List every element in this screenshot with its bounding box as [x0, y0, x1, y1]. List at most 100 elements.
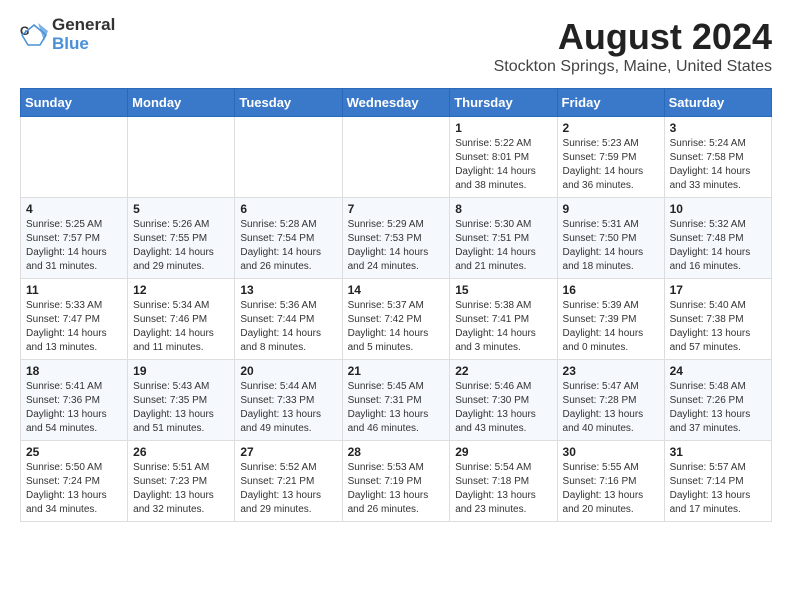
day-number: 6 [240, 202, 336, 216]
calendar-cell: 11Sunrise: 5:33 AM Sunset: 7:47 PM Dayli… [21, 279, 128, 360]
logo: G General Blue [20, 16, 115, 53]
day-number: 27 [240, 445, 336, 459]
day-number: 1 [455, 121, 551, 135]
calendar-cell: 6 Sunrise: 5:28 AM Sunset: 7:54 PM Daylig… [235, 198, 342, 279]
day-info: Sunrise: 5:38 AM Sunset: 7:41 PM Dayligh… [455, 299, 551, 355]
day-number: 25 [26, 445, 122, 459]
day-info: Sunrise: 5:55 AM Sunset: 7:16 PM Dayligh… [563, 461, 659, 517]
day-info: Sunrise: 5:52 AM Sunset: 7:21 PM Dayligh… [240, 461, 336, 517]
day-number: 28 [348, 445, 445, 459]
calendar-cell: 19Sunrise: 5:43 AM Sunset: 7:35 PM Dayli… [128, 360, 235, 441]
day-info: Sunrise: 5:46 AM Sunset: 7:30 PM Dayligh… [455, 380, 551, 436]
day-info: Sunrise: 5:31 AM Sunset: 7:50 PM Dayligh… [563, 218, 659, 274]
day-info: Sunrise: 5:36 AM Sunset: 7:44 PM Dayligh… [240, 299, 336, 355]
weekday-header: Sunday [21, 89, 128, 117]
day-number: 8 [455, 202, 551, 216]
day-info: Sunrise: 5:40 AM Sunset: 7:38 PM Dayligh… [670, 299, 766, 355]
calendar-week-row: 25 Sunrise: 5:50 AM Sunset: 7:24 PM Dayli… [21, 441, 772, 522]
calendar-cell [342, 117, 450, 198]
day-info: Sunrise: 5:28 AM Sunset: 7:54 PM Dayligh… [240, 218, 336, 274]
calendar-cell: 9 Sunrise: 5:31 AM Sunset: 7:50 PM Daylig… [557, 198, 664, 279]
day-info: Sunrise: 5:32 AM Sunset: 7:48 PM Dayligh… [670, 218, 766, 274]
day-number: 31 [670, 445, 766, 459]
day-info: Sunrise: 5:22 AM Sunset: 8:01 PM Dayligh… [455, 137, 551, 193]
month-year-title: August 2024 [494, 16, 772, 58]
day-number: 4 [26, 202, 122, 216]
calendar-cell [128, 117, 235, 198]
day-info: Sunrise: 5:37 AM Sunset: 7:42 PM Dayligh… [348, 299, 445, 355]
calendar-cell: 4 Sunrise: 5:25 AM Sunset: 7:57 PM Daylig… [21, 198, 128, 279]
day-number: 19 [133, 364, 229, 378]
calendar-cell: 17Sunrise: 5:40 AM Sunset: 7:38 PM Dayli… [664, 279, 771, 360]
day-info: Sunrise: 5:54 AM Sunset: 7:18 PM Dayligh… [455, 461, 551, 517]
day-number: 5 [133, 202, 229, 216]
calendar-cell: 27 Sunrise: 5:52 AM Sunset: 7:21 PM Dayli… [235, 441, 342, 522]
calendar-cell: 12 Sunrise: 5:34 AM Sunset: 7:46 PM Dayli… [128, 279, 235, 360]
calendar-cell: 1 Sunrise: 5:22 AM Sunset: 8:01 PM Daylig… [450, 117, 557, 198]
day-number: 9 [563, 202, 659, 216]
weekday-header: Saturday [664, 89, 771, 117]
day-number: 30 [563, 445, 659, 459]
calendar-cell [21, 117, 128, 198]
logo-icon: G [20, 21, 48, 49]
calendar-cell: 30 Sunrise: 5:55 AM Sunset: 7:16 PM Dayli… [557, 441, 664, 522]
day-number: 10 [670, 202, 766, 216]
location-subtitle: Stockton Springs, Maine, United States [494, 58, 772, 76]
calendar-cell: 5 Sunrise: 5:26 AM Sunset: 7:55 PM Daylig… [128, 198, 235, 279]
day-info: Sunrise: 5:47 AM Sunset: 7:28 PM Dayligh… [563, 380, 659, 436]
calendar-cell [235, 117, 342, 198]
weekday-header: Monday [128, 89, 235, 117]
day-info: Sunrise: 5:29 AM Sunset: 7:53 PM Dayligh… [348, 218, 445, 274]
calendar-cell: 3 Sunrise: 5:24 AM Sunset: 7:58 PM Daylig… [664, 117, 771, 198]
day-info: Sunrise: 5:53 AM Sunset: 7:19 PM Dayligh… [348, 461, 445, 517]
calendar-cell: 22 Sunrise: 5:46 AM Sunset: 7:30 PM Dayli… [450, 360, 557, 441]
title-section: August 2024 Stockton Springs, Maine, Uni… [494, 16, 772, 76]
calendar-cell: 10 Sunrise: 5:32 AM Sunset: 7:48 PM Dayli… [664, 198, 771, 279]
header: G General Blue August 2024 Stockton Spri… [20, 16, 772, 76]
day-number: 3 [670, 121, 766, 135]
day-number: 23 [563, 364, 659, 378]
weekday-header: Thursday [450, 89, 557, 117]
day-number: 12 [133, 283, 229, 297]
day-number: 26 [133, 445, 229, 459]
calendar-cell: 29Sunrise: 5:54 AM Sunset: 7:18 PM Dayli… [450, 441, 557, 522]
day-number: 16 [563, 283, 659, 297]
calendar-cell: 25 Sunrise: 5:50 AM Sunset: 7:24 PM Dayli… [21, 441, 128, 522]
day-number: 20 [240, 364, 336, 378]
calendar-cell: 15Sunrise: 5:38 AM Sunset: 7:41 PM Dayli… [450, 279, 557, 360]
calendar-week-row: 4 Sunrise: 5:25 AM Sunset: 7:57 PM Daylig… [21, 198, 772, 279]
weekday-header: Wednesday [342, 89, 450, 117]
calendar-cell: 7 Sunrise: 5:29 AM Sunset: 7:53 PM Daylig… [342, 198, 450, 279]
day-info: Sunrise: 5:57 AM Sunset: 7:14 PM Dayligh… [670, 461, 766, 517]
calendar-cell: 23 Sunrise: 5:47 AM Sunset: 7:28 PM Dayli… [557, 360, 664, 441]
calendar-cell: 2Sunrise: 5:23 AM Sunset: 7:59 PM Daylig… [557, 117, 664, 198]
day-number: 21 [348, 364, 445, 378]
logo-text: General Blue [52, 16, 115, 53]
day-number: 11 [26, 283, 122, 297]
day-info: Sunrise: 5:25 AM Sunset: 7:57 PM Dayligh… [26, 218, 122, 274]
calendar-cell: 31 Sunrise: 5:57 AM Sunset: 7:14 PM Dayli… [664, 441, 771, 522]
weekday-header: Tuesday [235, 89, 342, 117]
day-info: Sunrise: 5:30 AM Sunset: 7:51 PM Dayligh… [455, 218, 551, 274]
day-number: 24 [670, 364, 766, 378]
day-info: Sunrise: 5:45 AM Sunset: 7:31 PM Dayligh… [348, 380, 445, 436]
calendar-cell: 16 Sunrise: 5:39 AM Sunset: 7:39 PM Dayli… [557, 279, 664, 360]
day-info: Sunrise: 5:24 AM Sunset: 7:58 PM Dayligh… [670, 137, 766, 193]
day-number: 7 [348, 202, 445, 216]
calendar-week-row: 11Sunrise: 5:33 AM Sunset: 7:47 PM Dayli… [21, 279, 772, 360]
calendar-table: SundayMondayTuesdayWednesdayThursdayFrid… [20, 88, 772, 522]
day-info: Sunrise: 5:26 AM Sunset: 7:55 PM Dayligh… [133, 218, 229, 274]
weekday-header: Friday [557, 89, 664, 117]
calendar-cell: 26Sunrise: 5:51 AM Sunset: 7:23 PM Dayli… [128, 441, 235, 522]
day-number: 14 [348, 283, 445, 297]
day-info: Sunrise: 5:23 AM Sunset: 7:59 PM Dayligh… [563, 137, 659, 193]
calendar-cell: 13Sunrise: 5:36 AM Sunset: 7:44 PM Dayli… [235, 279, 342, 360]
calendar-header-row: SundayMondayTuesdayWednesdayThursdayFrid… [21, 89, 772, 117]
calendar-week-row: 1 Sunrise: 5:22 AM Sunset: 8:01 PM Daylig… [21, 117, 772, 198]
calendar-cell: 8 Sunrise: 5:30 AM Sunset: 7:51 PM Daylig… [450, 198, 557, 279]
day-info: Sunrise: 5:50 AM Sunset: 7:24 PM Dayligh… [26, 461, 122, 517]
day-info: Sunrise: 5:39 AM Sunset: 7:39 PM Dayligh… [563, 299, 659, 355]
day-info: Sunrise: 5:34 AM Sunset: 7:46 PM Dayligh… [133, 299, 229, 355]
day-number: 22 [455, 364, 551, 378]
day-info: Sunrise: 5:41 AM Sunset: 7:36 PM Dayligh… [26, 380, 122, 436]
